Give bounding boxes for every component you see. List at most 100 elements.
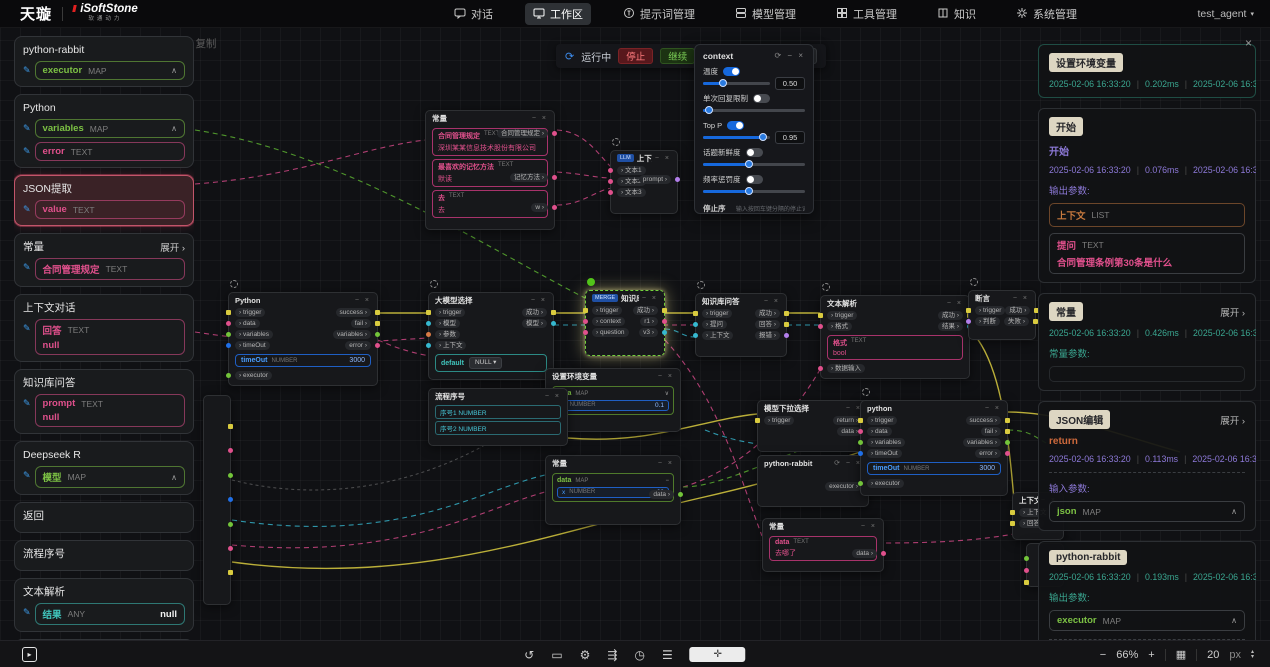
input-port[interactable]: › trigger (975, 306, 1005, 315)
input-port[interactable]: › executor (235, 371, 272, 380)
input-port[interactable]: › timeOut (867, 449, 902, 458)
history-icon[interactable]: ◷ (634, 649, 644, 661)
breakpoint-indicator[interactable] (970, 278, 978, 286)
port-dot[interactable] (858, 481, 863, 486)
port-dot[interactable] (678, 492, 683, 497)
node-controls[interactable]: − × (985, 405, 1001, 412)
input-port[interactable]: › context (592, 317, 625, 326)
sidebar-card[interactable]: python-rabbit✎executorMAP∧ (14, 36, 194, 87)
port-dot[interactable] (426, 332, 431, 337)
edit-icon[interactable]: ✎ (23, 146, 31, 157)
output-port[interactable]: 合同管理规定 › (497, 129, 548, 138)
breakpoint-indicator[interactable] (587, 278, 595, 286)
nav-item-对话[interactable]: 对话 (446, 3, 501, 25)
port-dot[interactable] (966, 308, 971, 313)
input-port[interactable]: › trigger (592, 306, 622, 315)
input-port[interactable]: › variables (867, 438, 905, 447)
param-slider[interactable] (703, 136, 770, 139)
port-dot[interactable] (662, 319, 667, 324)
expand-toggle[interactable]: 展开 › (160, 240, 185, 254)
field-box[interactable]: valueTEXT (35, 200, 185, 219)
port-dot[interactable] (1010, 510, 1015, 515)
sidebar-card[interactable]: 文本解析✎结果ANYnull (14, 578, 194, 632)
collapse-caret[interactable]: ∧ (1231, 616, 1237, 625)
port-dot[interactable] (552, 205, 557, 210)
input-port[interactable]: › trigger (867, 416, 897, 425)
port-dot[interactable] (818, 366, 823, 371)
node-select-field[interactable]: defaultNULL ▾ (435, 354, 547, 372)
output-port[interactable]: 失败 › (1004, 317, 1029, 326)
node-controls[interactable]: − × (545, 393, 561, 400)
node-controls[interactable]: − × (947, 300, 963, 307)
output-port[interactable]: data › (649, 490, 674, 499)
expand-toggle[interactable]: 展开 › (1220, 413, 1245, 427)
faded-tab[interactable]: 复制 (195, 36, 216, 51)
grid-size-stepper[interactable]: ▴▾ (1251, 650, 1254, 660)
edit-icon[interactable]: ✎ (23, 65, 31, 76)
sidebar-card[interactable]: 知识库问答✎promptTEXTnull (14, 369, 194, 434)
nav-item-工具管理[interactable]: 工具管理 (828, 3, 905, 25)
port-dot[interactable] (228, 522, 233, 527)
zoom-out-button[interactable]: − (1100, 649, 1106, 661)
port-dot[interactable] (662, 308, 667, 313)
sidebar-card[interactable]: 上下文对话✎回答TEXTnull (14, 294, 194, 362)
grid-size-value[interactable]: 20 (1207, 649, 1219, 661)
output-port[interactable]: 成功 › (633, 306, 658, 315)
node-input-field[interactable]: timeOutNUMBER3000 (867, 462, 1001, 475)
slider-knob[interactable] (745, 160, 753, 168)
collapse-caret[interactable]: − (665, 478, 669, 484)
port-dot[interactable] (1005, 440, 1010, 445)
output-port[interactable]: error › (345, 341, 371, 350)
param-slider[interactable] (703, 109, 805, 112)
port-dot[interactable] (426, 343, 431, 348)
output-port[interactable]: executor › (825, 482, 862, 491)
pan-tool-button[interactable]: ✛ (690, 647, 746, 662)
collapse-caret[interactable]: ∧ (171, 473, 177, 482)
field-box[interactable]: errorTEXT (35, 142, 185, 161)
nav-item-提示词管理[interactable]: 提示词管理 (615, 3, 703, 25)
input-port[interactable]: › data (235, 319, 260, 328)
user-menu[interactable]: test_agent ▾ (1197, 0, 1254, 28)
node-text-field[interactable]: 格式TEXTbool (827, 335, 963, 360)
param-value[interactable]: 0.95 (775, 131, 805, 144)
port-dot[interactable] (226, 332, 231, 337)
nav-item-模型管理[interactable]: 模型管理 (727, 3, 804, 25)
sidebar-card[interactable]: 返回 (14, 502, 194, 533)
port-dot[interactable] (675, 177, 680, 182)
port-dot[interactable] (784, 311, 789, 316)
canvas-node[interactable]: python− ×› triggersuccess ›› datafail ››… (860, 400, 1008, 496)
param-toggle[interactable] (746, 175, 763, 184)
port-dot[interactable] (858, 429, 863, 434)
output-port[interactable]: data › (852, 549, 877, 558)
output-port[interactable]: 成功 › (938, 311, 963, 320)
sidebar-card[interactable]: JSON提取✎valueTEXT (14, 175, 194, 226)
param-toggle[interactable] (753, 94, 770, 103)
port-dot[interactable] (228, 570, 233, 575)
export-settings-icon[interactable]: ⚙ (580, 649, 591, 661)
output-port[interactable]: variables › (333, 330, 371, 339)
port-dot[interactable] (228, 497, 233, 502)
param-box[interactable]: executorMAP∧ (1049, 610, 1245, 631)
port-dot[interactable] (551, 321, 556, 326)
edit-icon[interactable]: ✎ (23, 323, 31, 334)
log-card[interactable]: 开始开始2025-02-06 16:33:20|0.076ms|2025-02-… (1038, 108, 1256, 283)
auto-layout-icon[interactable]: ⇶ (607, 649, 617, 661)
node-controls[interactable]: − × (355, 297, 371, 304)
breakpoint-indicator[interactable] (230, 280, 238, 288)
breakpoint-indicator[interactable] (822, 283, 830, 291)
input-port[interactable]: › 参数 (435, 330, 460, 339)
port-dot[interactable] (583, 319, 588, 324)
input-port[interactable]: › trigger (764, 416, 794, 425)
port-dot[interactable] (693, 322, 698, 327)
nav-item-系统管理[interactable]: 系统管理 (1008, 3, 1085, 25)
input-port[interactable]: › trigger (235, 308, 265, 317)
port-dot[interactable] (858, 451, 863, 456)
param-box[interactable]: 上下文LIST (1049, 203, 1245, 227)
port-dot[interactable] (818, 324, 823, 329)
node-controls[interactable]: − × (658, 460, 674, 467)
port-dot[interactable] (693, 311, 698, 316)
node-mini-field[interactable]: 序号1 NUMBER (435, 405, 561, 419)
canvas-node[interactable]: 常量− ×dataMAP−xNUMBER63data › (545, 455, 681, 525)
port-dot[interactable] (426, 321, 431, 326)
input-port[interactable]: › 上下文 (435, 341, 466, 350)
